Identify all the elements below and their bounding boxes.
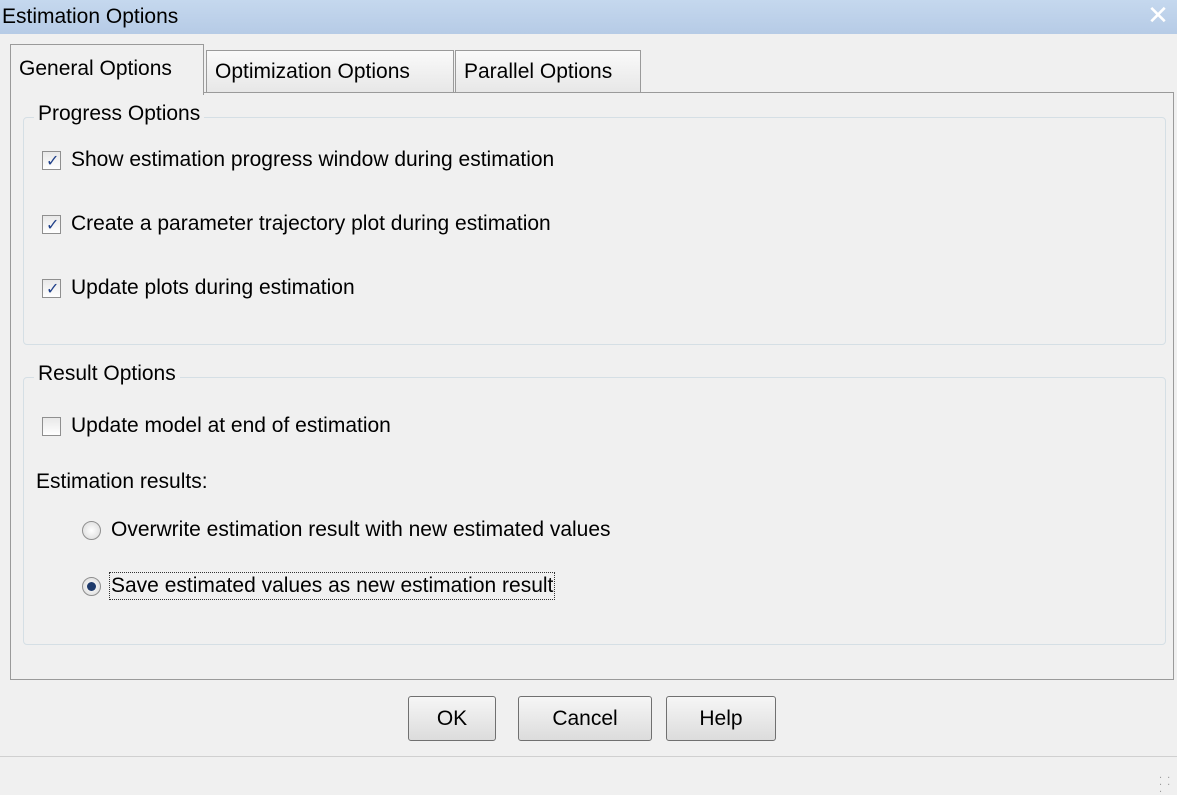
- tab-label: Optimization Options: [215, 60, 410, 83]
- radio-button[interactable]: [82, 520, 101, 540]
- tab-general-options[interactable]: General Options: [10, 44, 204, 95]
- status-bar: . .. . .: [0, 756, 1177, 795]
- checkbox-label: Show estimation progress window during e…: [71, 148, 555, 171]
- group-title: Result Options: [34, 362, 180, 386]
- progress-options-group: Progress Options ✓ Show estimation progr…: [23, 102, 1166, 345]
- save-new-result-radio[interactable]: Save estimated values as new estimation …: [82, 572, 556, 600]
- radio-button[interactable]: [82, 576, 101, 596]
- window-title: Estimation Options: [2, 5, 179, 28]
- checkbox-label: Create a parameter trajectory plot durin…: [71, 212, 551, 235]
- update-model-checkbox[interactable]: Update model at end of estimation: [42, 414, 391, 438]
- tab-parallel-options[interactable]: Parallel Options: [455, 50, 641, 94]
- checkbox-box[interactable]: ✓: [42, 150, 61, 170]
- result-options-group: Result Options Update model at end of es…: [23, 362, 1166, 645]
- checkbox-box[interactable]: ✓: [42, 278, 61, 298]
- estimation-results-label: Estimation results:: [36, 470, 208, 494]
- update-plots-checkbox[interactable]: ✓ Update plots during estimation: [42, 276, 355, 300]
- general-options-panel: Progress Options ✓ Show estimation progr…: [10, 92, 1174, 680]
- parameter-trajectory-plot-checkbox[interactable]: ✓ Create a parameter trajectory plot dur…: [42, 212, 551, 236]
- overwrite-result-radio[interactable]: Overwrite estimation result with new est…: [82, 518, 611, 542]
- tab-optimization-options[interactable]: Optimization Options: [206, 50, 454, 94]
- close-icon[interactable]: ✕: [1145, 3, 1171, 29]
- checkbox-box[interactable]: [42, 416, 61, 436]
- checkmark-icon: ✓: [46, 214, 60, 234]
- ok-button[interactable]: OK: [408, 696, 496, 741]
- checkmark-icon: ✓: [46, 278, 60, 298]
- show-progress-window-checkbox[interactable]: ✓ Show estimation progress window during…: [42, 148, 554, 172]
- checkmark-icon: ✓: [46, 150, 60, 170]
- group-title: Progress Options: [34, 102, 205, 126]
- cancel-button[interactable]: Cancel: [518, 696, 652, 741]
- checkbox-box[interactable]: ✓: [42, 214, 61, 234]
- radio-label: Overwrite estimation result with new est…: [111, 518, 611, 541]
- tab-label: Parallel Options: [464, 60, 613, 83]
- radio-label: Save estimated values as new estimation …: [108, 572, 556, 600]
- help-button[interactable]: Help: [666, 696, 776, 741]
- section-label: Estimation results:: [36, 470, 208, 493]
- tab-label: General Options: [19, 57, 172, 80]
- title-bar: Estimation Options ✕: [0, 0, 1177, 34]
- checkbox-label: Update model at end of estimation: [71, 414, 391, 437]
- radio-selected-dot: [87, 581, 96, 591]
- checkbox-label: Update plots during estimation: [71, 276, 355, 299]
- resize-grip-icon[interactable]: . .. . .: [1159, 770, 1173, 795]
